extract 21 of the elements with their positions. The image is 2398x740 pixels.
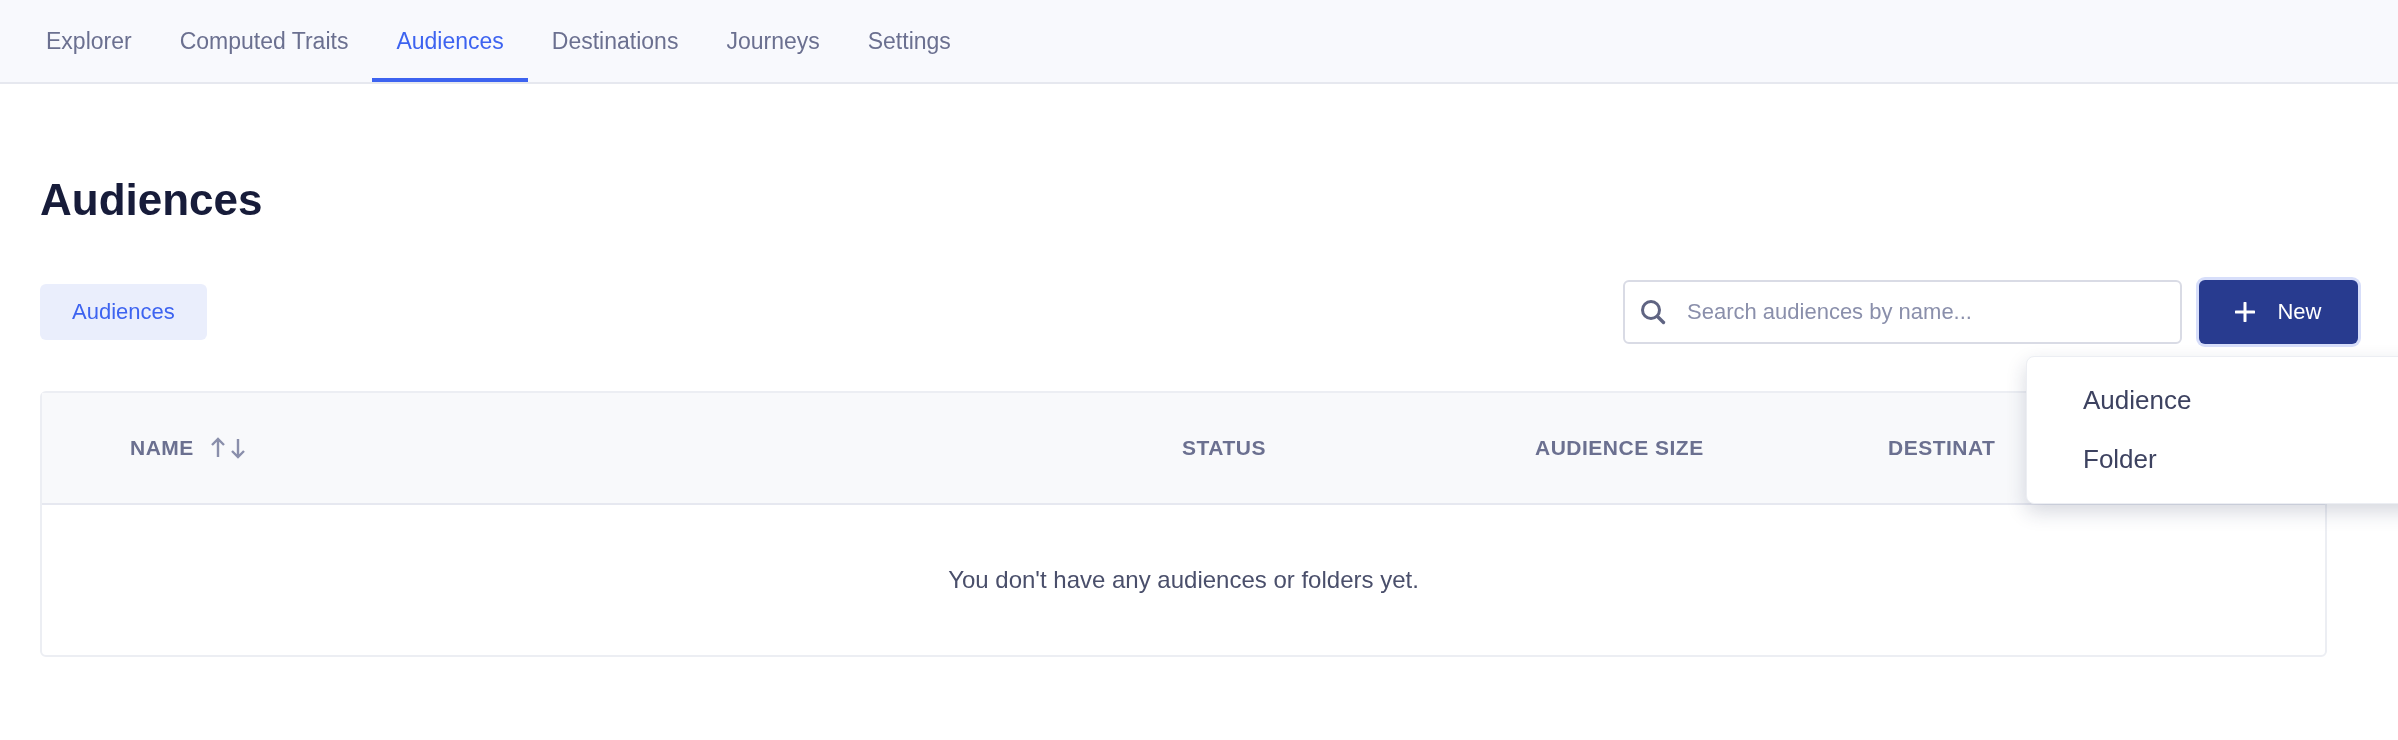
new-button[interactable]: New bbox=[2199, 280, 2358, 345]
search-field[interactable]: Search audiences by name... bbox=[1623, 280, 2182, 345]
menu-item[interactable]: Folder bbox=[2027, 430, 2398, 490]
nav-tab[interactable]: Explorer bbox=[22, 0, 156, 82]
menu-item[interactable]: Audience bbox=[2027, 371, 2398, 431]
column-header: STATUS bbox=[1182, 436, 1266, 461]
search-icon bbox=[1639, 298, 1667, 327]
nav-tab[interactable]: Audiences bbox=[372, 0, 528, 82]
plus-icon bbox=[2235, 302, 2256, 323]
nav-tab[interactable]: Settings bbox=[843, 0, 975, 82]
arrow-up-icon[interactable] bbox=[209, 437, 226, 460]
nav-tab[interactable]: Destinations bbox=[527, 0, 703, 82]
empty-message: You don't have any audiences or folders yet. bbox=[948, 566, 1419, 595]
arrow-down-icon[interactable] bbox=[229, 437, 246, 460]
nav-tab[interactable]: Computed Traits bbox=[155, 0, 373, 82]
column-header[interactable]: NAME bbox=[130, 436, 194, 461]
column-header: AUDIENCE SIZE bbox=[1535, 436, 1704, 461]
filter-tab[interactable]: Audiences bbox=[40, 284, 207, 341]
nav-tab[interactable]: Journeys bbox=[702, 0, 844, 82]
column-header: DESTINAT bbox=[1888, 436, 1996, 461]
page-title: Audiences bbox=[40, 176, 264, 225]
